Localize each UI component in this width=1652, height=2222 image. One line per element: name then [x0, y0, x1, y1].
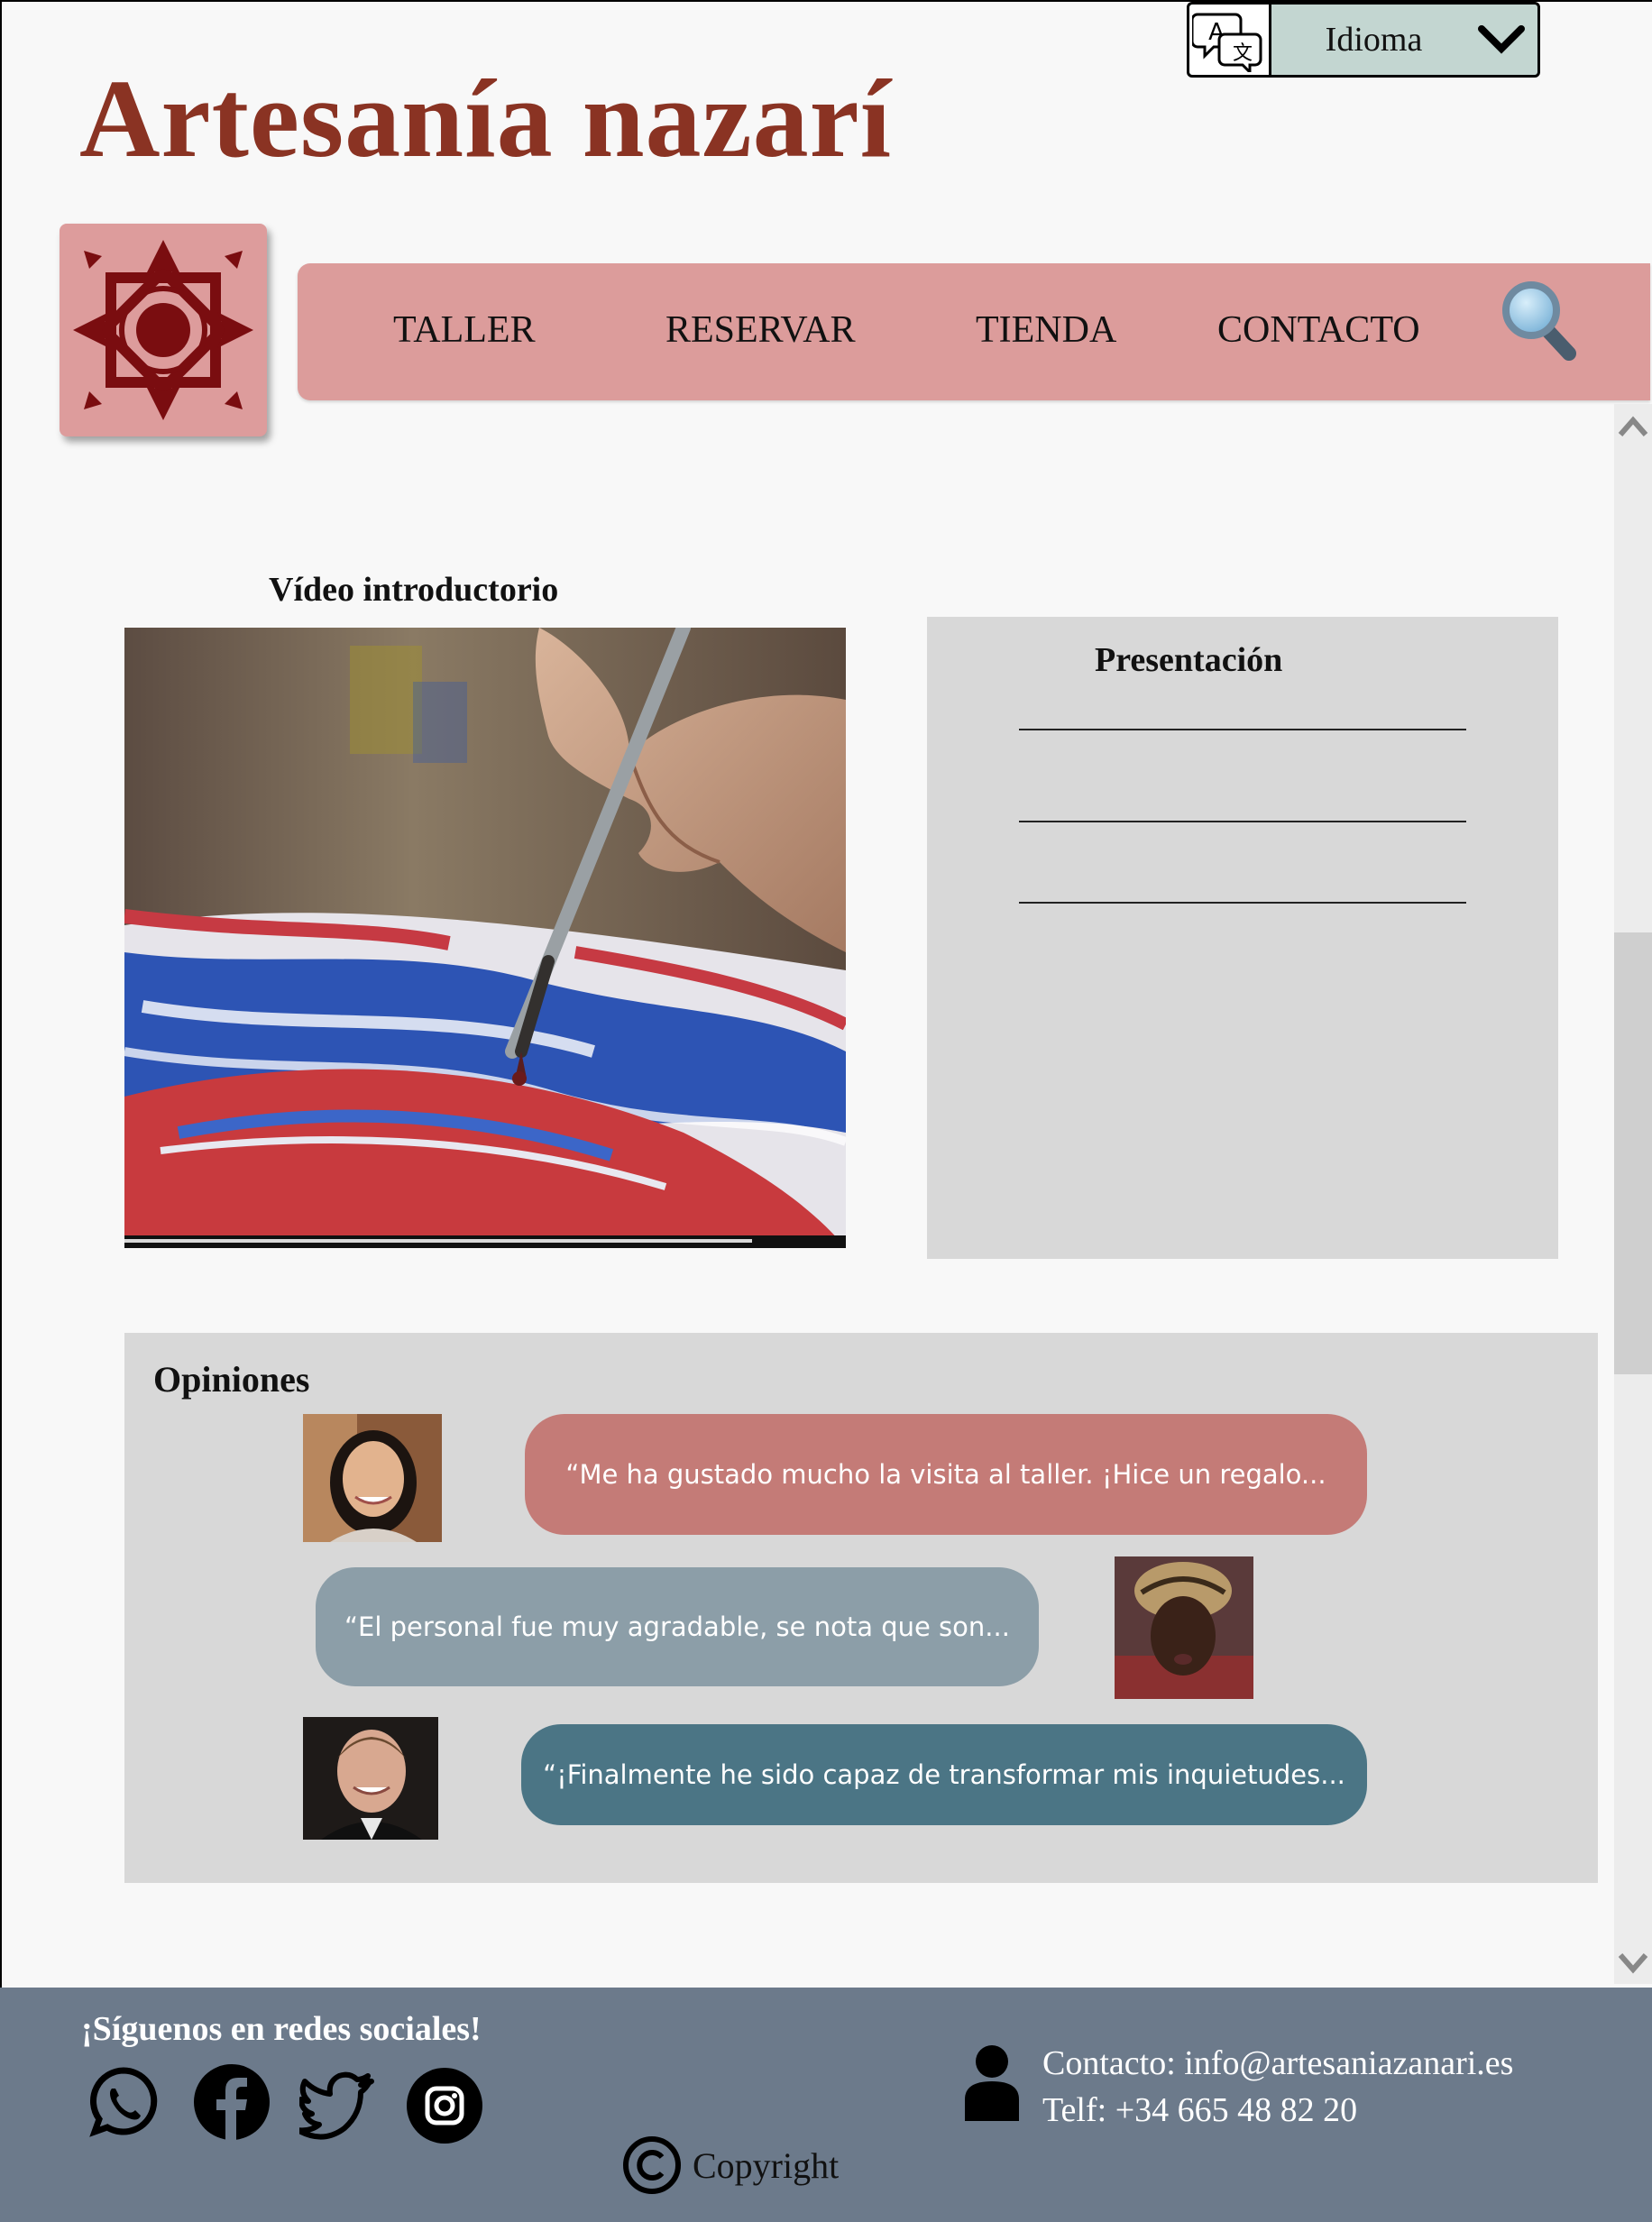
presentation-title: Presentación [1095, 641, 1283, 679]
video-control-bar[interactable] [124, 1235, 846, 1248]
svg-text:文: 文 [1233, 42, 1253, 65]
avatar [303, 1717, 438, 1840]
tile-logo[interactable] [60, 224, 267, 436]
avatar [303, 1414, 442, 1542]
translate-icon: A 文 [1189, 5, 1271, 75]
intro-video[interactable] [124, 628, 846, 1248]
contact-email[interactable]: Contacto: info@artesaniazanari.es [1042, 2040, 1513, 2087]
site-title: Artesanía nazarí [79, 57, 893, 180]
presentation-panel: Presentación [927, 617, 1558, 1259]
scroll-down-icon[interactable] [1617, 1946, 1649, 1983]
nav-item-tienda[interactable]: TIENDA [976, 308, 1116, 352]
contact-phone[interactable]: Telf: +34 665 48 82 20 [1042, 2087, 1513, 2134]
facebook-icon[interactable] [193, 2063, 271, 2141]
opinion-text: “¡Finalmente he sido capaz de transforma… [543, 1759, 1345, 1790]
footer: ¡Síguenos en redes sociales! Contacto: i… [0, 1988, 1652, 2222]
nav-item-contacto[interactable]: CONTACTO [1217, 308, 1420, 352]
copyright-icon [623, 2136, 681, 2194]
language-selector[interactable]: A 文 Idioma [1187, 2, 1540, 78]
video-frame-image [124, 628, 846, 1248]
text-placeholder-line [1019, 902, 1466, 904]
nav-item-taller[interactable]: TALLER [393, 308, 536, 352]
scrollbar[interactable] [1614, 404, 1652, 1984]
opinions-section: Opiniones “Me ha gustado mucho la visita… [124, 1333, 1598, 1883]
scroll-up-icon[interactable] [1617, 411, 1649, 448]
main-nav: TALLER RESERVAR TIENDA CONTACTO [298, 263, 1650, 400]
scrollbar-thumb[interactable] [1614, 932, 1652, 1374]
whatsapp-icon[interactable] [85, 2063, 162, 2141]
copyright-label: Copyright [693, 2144, 840, 2186]
chevron-down-icon [1465, 23, 1537, 56]
opinion-bubble: “Me ha gustado mucho la visita al taller… [525, 1414, 1367, 1535]
nav-item-reservar[interactable]: RESERVAR [665, 308, 856, 352]
video-title: Vídeo introductorio [269, 571, 559, 609]
search-icon[interactable] [1497, 276, 1578, 367]
opinion-bubble: “¡Finalmente he sido capaz de transforma… [521, 1724, 1367, 1825]
opinions-title: Opiniones [153, 1359, 310, 1400]
contact-info: Contacto: info@artesaniazanari.es Telf: … [1042, 2040, 1513, 2134]
video-progress-bar[interactable] [124, 1239, 752, 1243]
copyright: Copyright [622, 2135, 839, 2195]
opinion-bubble: “El personal fue muy agradable, se nota … [316, 1567, 1039, 1686]
opinion-text: “Me ha gustado mucho la visita al taller… [565, 1459, 1326, 1490]
text-placeholder-line [1019, 821, 1466, 822]
twitter-icon[interactable] [295, 2063, 377, 2141]
avatar [1115, 1556, 1253, 1699]
social-title: ¡Síguenos en redes sociales! [81, 2010, 482, 2048]
text-placeholder-line [1019, 729, 1466, 730]
user-icon [963, 2043, 1021, 2126]
language-label: Idioma [1325, 21, 1423, 59]
instagram-icon[interactable] [406, 2067, 483, 2144]
opinion-text: “El personal fue muy agradable, se nota … [344, 1611, 1010, 1642]
